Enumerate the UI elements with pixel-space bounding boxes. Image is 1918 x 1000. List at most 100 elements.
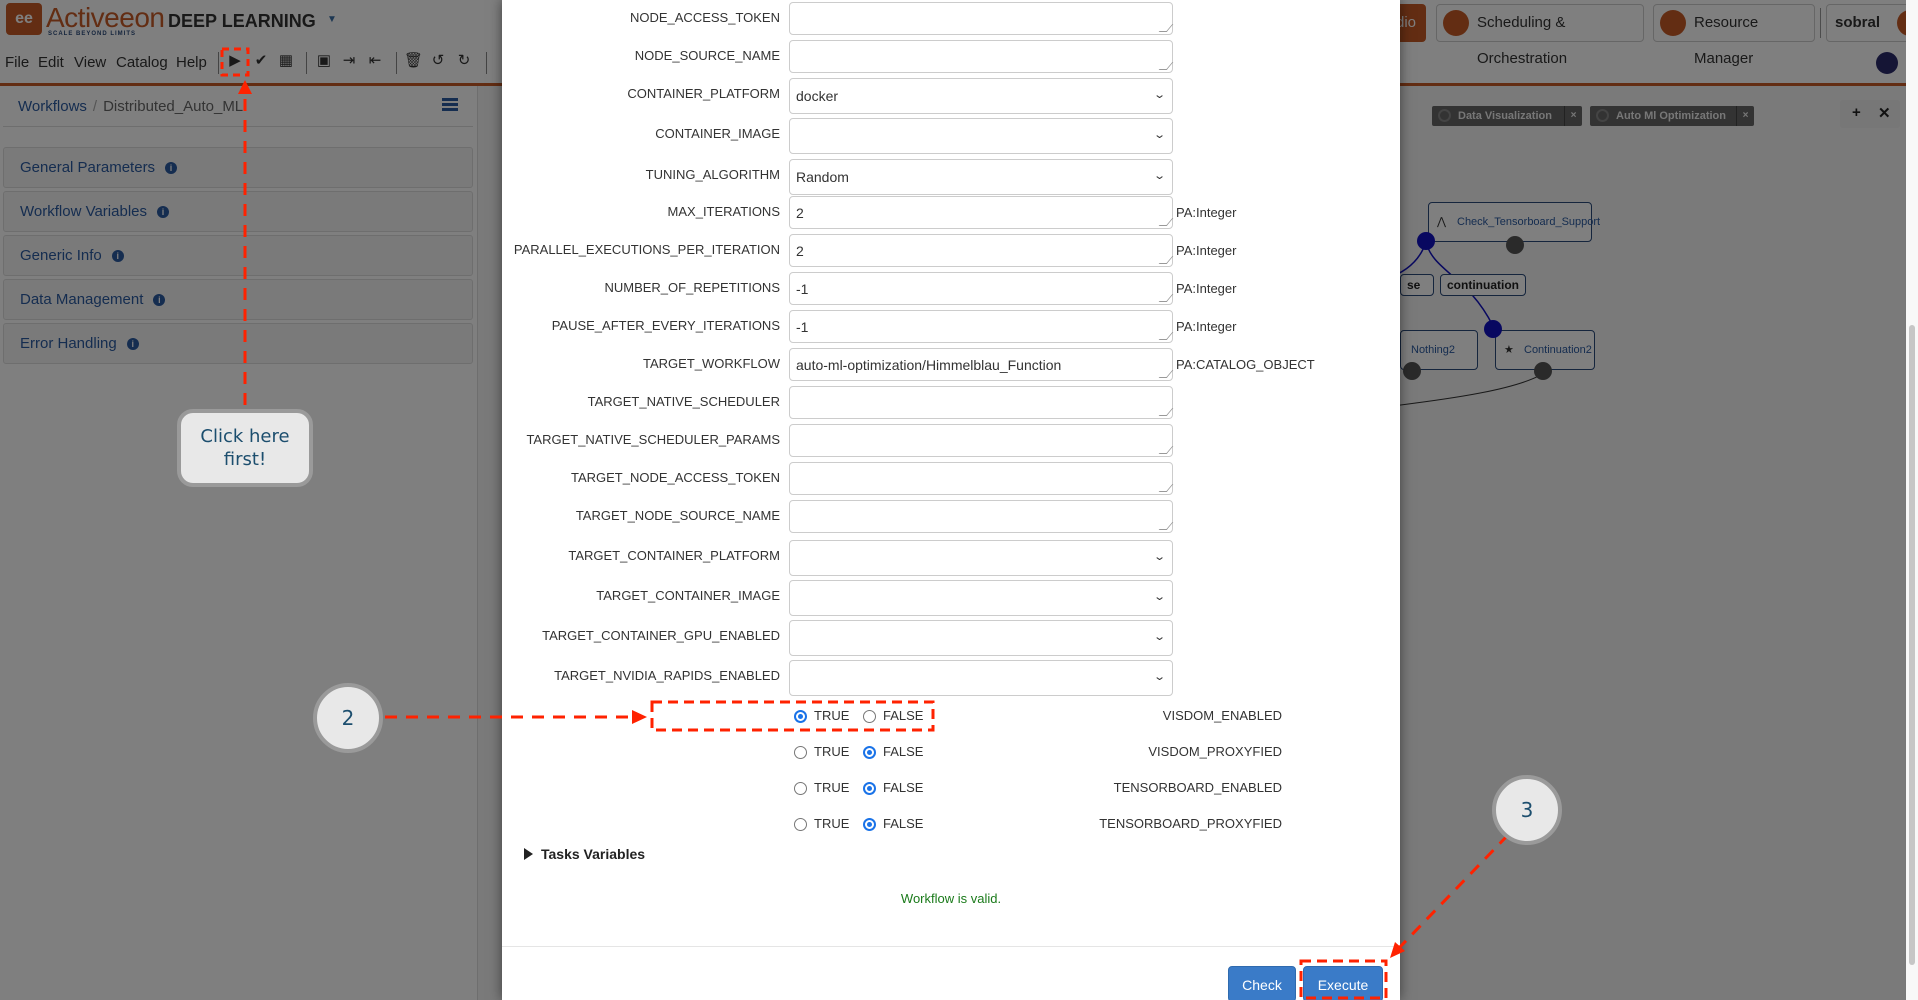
variable-label: PAUSE_AFTER_EVERY_ITERATIONS: [551, 318, 780, 333]
variable-input[interactable]: -1: [789, 310, 1173, 343]
variable-label: TARGET_NATIVE_SCHEDULER: [587, 394, 780, 409]
variable-input[interactable]: [789, 500, 1173, 533]
variable-input[interactable]: [789, 40, 1173, 73]
variable-label: TARGET_NODE_ACCESS_TOKEN: [570, 470, 780, 485]
variable-row: TARGET_CONTAINER_PLATFORM ⌄: [502, 540, 1400, 576]
callout-step1: Click here first!: [177, 409, 313, 487]
radio-label: FALSE: [883, 744, 924, 759]
variable-row: PARALLEL_EXECUTIONS_PER_ITERATION 2 PA:Int…: [502, 234, 1400, 268]
variable-input[interactable]: [789, 2, 1173, 35]
boolean-variable-row: TENSORBOARD_PROXYFIED TRUE FALSE: [502, 811, 1400, 837]
variable-label: TARGET_WORKFLOW: [643, 356, 780, 371]
variable-label: TARGET_NVIDIA_RAPIDS_ENABLED: [554, 668, 780, 683]
validation-status: Workflow is valid.: [900, 891, 1002, 906]
callout-step2: 2: [313, 683, 383, 753]
variable-label: TARGET_NATIVE_SCHEDULER_PARAMS: [526, 432, 780, 447]
chevron-down-icon: ⌄: [1152, 170, 1166, 182]
variable-row: NUMBER_OF_REPETITIONS -1 PA:Integer: [502, 272, 1400, 306]
radio-false[interactable]: [863, 710, 876, 723]
variable-row: NODE_ACCESS_TOKEN: [502, 2, 1400, 36]
variable-select[interactable]: ⌄: [789, 118, 1173, 154]
chevron-down-icon: ⌄: [1152, 671, 1166, 683]
variable-input[interactable]: auto-ml-optimization/Himmelblau_Function: [789, 348, 1173, 381]
variable-row: TUNING_ALGORITHM Random ⌄: [502, 159, 1400, 195]
variable-select[interactable]: docker ⌄: [789, 78, 1173, 114]
boolean-variable-row: VISDOM_PROXYFIED TRUE FALSE: [502, 739, 1400, 765]
radio-true[interactable]: [794, 782, 807, 795]
radio-label: TRUE: [814, 816, 850, 831]
variable-input[interactable]: -1: [789, 272, 1173, 305]
variable-row: TARGET_NATIVE_SCHEDULER_PARAMS: [502, 424, 1400, 458]
variable-select[interactable]: ⌄: [789, 580, 1173, 616]
variable-input[interactable]: [789, 424, 1173, 457]
chevron-down-icon: ⌄: [1152, 631, 1166, 643]
variable-label: PARALLEL_EXECUTIONS_PER_ITERATION: [513, 242, 780, 257]
variable-value: 2: [796, 205, 804, 221]
variable-row: NODE_SOURCE_NAME: [502, 40, 1400, 74]
variable-select[interactable]: ⌄: [789, 660, 1173, 696]
check-button[interactable]: Check: [1228, 966, 1296, 1000]
page-scrollbar[interactable]: [1906, 0, 1918, 1000]
variable-value: Random: [796, 169, 849, 185]
variable-label: TARGET_CONTAINER_PLATFORM: [568, 548, 780, 563]
variable-value: -1: [796, 281, 809, 297]
variable-label: TARGET_CONTAINER_IMAGE: [596, 588, 780, 603]
variable-label: NODE_ACCESS_TOKEN: [629, 10, 780, 25]
radio-label: FALSE: [883, 816, 924, 831]
radio-label: FALSE: [883, 780, 924, 795]
variable-select[interactable]: Random ⌄: [789, 159, 1173, 195]
variable-label: TUNING_ALGORITHM: [645, 167, 780, 182]
variable-label: TENSORBOARD_ENABLED: [1113, 780, 1282, 795]
variable-row: TARGET_NATIVE_SCHEDULER: [502, 386, 1400, 420]
divider: [502, 946, 1400, 947]
variable-label: VISDOM_PROXYFIED: [1148, 744, 1282, 759]
tasks-variables-toggle[interactable]: Tasks Variables: [524, 846, 645, 862]
chevron-down-icon: ⌄: [1152, 89, 1166, 101]
variable-value: docker: [796, 88, 839, 104]
boolean-variable-row: VISDOM_ENABLED TRUE FALSE: [502, 703, 1400, 729]
execute-button[interactable]: Execute: [1303, 966, 1383, 1000]
variable-row: MAX_ITERATIONS 2 PA:Integer: [502, 196, 1400, 230]
variable-input[interactable]: [789, 386, 1173, 419]
variable-row: TARGET_NVIDIA_RAPIDS_ENABLED ⌄: [502, 660, 1400, 696]
variable-label: MAX_ITERATIONS: [667, 204, 780, 219]
variable-type-hint: PA:Integer: [1176, 281, 1237, 296]
variable-row: PAUSE_AFTER_EVERY_ITERATIONS -1 PA:Integer: [502, 310, 1400, 344]
radio-label: TRUE: [814, 708, 850, 723]
expand-triangle-icon: [524, 848, 533, 860]
variable-type-hint: PA:Integer: [1176, 319, 1237, 334]
variable-input[interactable]: 2: [789, 196, 1173, 229]
boolean-variable-row: TENSORBOARD_ENABLED TRUE FALSE: [502, 775, 1400, 801]
chevron-down-icon: ⌄: [1152, 591, 1166, 603]
variable-type-hint: PA:Integer: [1176, 243, 1237, 258]
radio-true[interactable]: [794, 710, 807, 723]
variable-label: CONTAINER_IMAGE: [655, 126, 780, 141]
variable-input[interactable]: [789, 462, 1173, 495]
variable-select[interactable]: ⌄: [789, 540, 1173, 576]
variable-type-hint: PA:Integer: [1176, 205, 1237, 220]
variable-row: CONTAINER_IMAGE ⌄: [502, 118, 1400, 154]
variable-value: -1: [796, 319, 809, 335]
radio-false[interactable]: [863, 746, 876, 759]
chevron-down-icon: ⌄: [1152, 551, 1166, 563]
variable-label: NODE_SOURCE_NAME: [634, 48, 780, 63]
variable-label: TARGET_NODE_SOURCE_NAME: [575, 508, 780, 523]
variable-row: TARGET_NODE_ACCESS_TOKEN: [502, 462, 1400, 496]
variable-row: CONTAINER_PLATFORM docker ⌄: [502, 78, 1400, 114]
radio-label: TRUE: [814, 780, 850, 795]
variable-type-hint: PA:CATALOG_OBJECT: [1176, 357, 1315, 372]
variable-label: TENSORBOARD_PROXYFIED: [1099, 816, 1282, 831]
variable-label: VISDOM_ENABLED: [1162, 708, 1282, 723]
radio-true[interactable]: [794, 746, 807, 759]
variable-label: TARGET_CONTAINER_GPU_ENABLED: [542, 628, 780, 643]
variable-row: TARGET_WORKFLOW auto-ml-optimization/Himm…: [502, 348, 1400, 382]
variable-select[interactable]: ⌄: [789, 620, 1173, 656]
variable-input[interactable]: 2: [789, 234, 1173, 267]
variable-label: CONTAINER_PLATFORM: [627, 86, 780, 101]
chevron-down-icon: ⌄: [1152, 129, 1166, 141]
radio-false[interactable]: [863, 782, 876, 795]
radio-true[interactable]: [794, 818, 807, 831]
variable-row: TARGET_CONTAINER_IMAGE ⌄: [502, 580, 1400, 616]
radio-false[interactable]: [863, 818, 876, 831]
radio-label: FALSE: [883, 708, 924, 723]
